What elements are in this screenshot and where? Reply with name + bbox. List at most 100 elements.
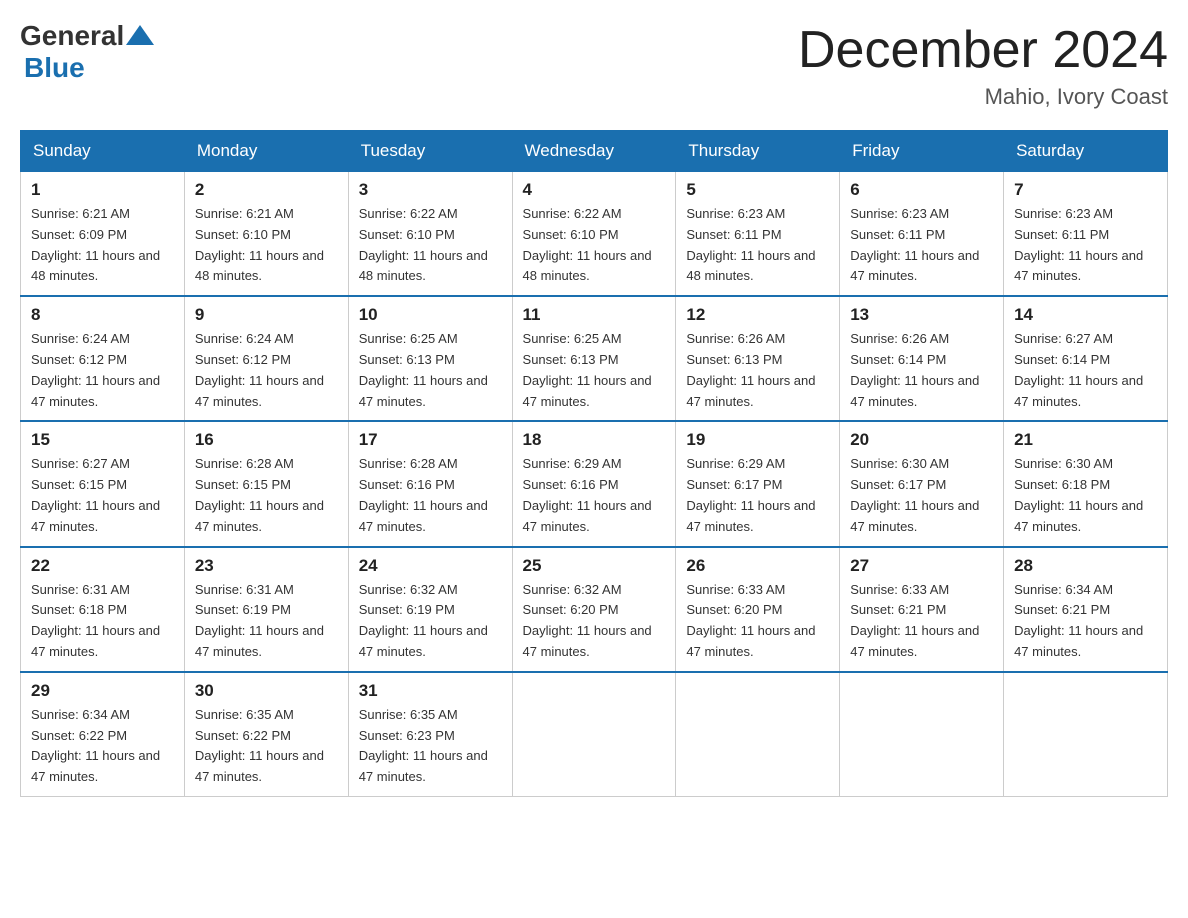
day-number: 26 — [686, 556, 829, 576]
calendar-cell: 3 Sunrise: 6:22 AM Sunset: 6:10 PM Dayli… — [348, 172, 512, 297]
header-saturday: Saturday — [1004, 131, 1168, 172]
header-friday: Friday — [840, 131, 1004, 172]
day-number: 23 — [195, 556, 338, 576]
calendar-cell: 5 Sunrise: 6:23 AM Sunset: 6:11 PM Dayli… — [676, 172, 840, 297]
calendar-cell: 10 Sunrise: 6:25 AM Sunset: 6:13 PM Dayl… — [348, 296, 512, 421]
calendar-cell: 7 Sunrise: 6:23 AM Sunset: 6:11 PM Dayli… — [1004, 172, 1168, 297]
header-tuesday: Tuesday — [348, 131, 512, 172]
day-info: Sunrise: 6:22 AM Sunset: 6:10 PM Dayligh… — [523, 204, 666, 287]
calendar-cell: 4 Sunrise: 6:22 AM Sunset: 6:10 PM Dayli… — [512, 172, 676, 297]
calendar-cell: 9 Sunrise: 6:24 AM Sunset: 6:12 PM Dayli… — [184, 296, 348, 421]
day-info: Sunrise: 6:35 AM Sunset: 6:23 PM Dayligh… — [359, 705, 502, 788]
logo-text-general: General — [20, 20, 124, 52]
calendar-cell: 28 Sunrise: 6:34 AM Sunset: 6:21 PM Dayl… — [1004, 547, 1168, 672]
calendar-cell: 22 Sunrise: 6:31 AM Sunset: 6:18 PM Dayl… — [21, 547, 185, 672]
header-thursday: Thursday — [676, 131, 840, 172]
calendar-cell: 8 Sunrise: 6:24 AM Sunset: 6:12 PM Dayli… — [21, 296, 185, 421]
day-info: Sunrise: 6:24 AM Sunset: 6:12 PM Dayligh… — [195, 329, 338, 412]
calendar-cell: 11 Sunrise: 6:25 AM Sunset: 6:13 PM Dayl… — [512, 296, 676, 421]
calendar-cell: 14 Sunrise: 6:27 AM Sunset: 6:14 PM Dayl… — [1004, 296, 1168, 421]
logo-text-blue: Blue — [24, 52, 154, 84]
calendar-cell: 13 Sunrise: 6:26 AM Sunset: 6:14 PM Dayl… — [840, 296, 1004, 421]
logo: General Blue — [20, 20, 154, 84]
month-title: December 2024 — [798, 20, 1168, 80]
day-info: Sunrise: 6:26 AM Sunset: 6:14 PM Dayligh… — [850, 329, 993, 412]
day-info: Sunrise: 6:34 AM Sunset: 6:22 PM Dayligh… — [31, 705, 174, 788]
calendar-cell: 24 Sunrise: 6:32 AM Sunset: 6:19 PM Dayl… — [348, 547, 512, 672]
day-info: Sunrise: 6:26 AM Sunset: 6:13 PM Dayligh… — [686, 329, 829, 412]
day-number: 28 — [1014, 556, 1157, 576]
day-info: Sunrise: 6:23 AM Sunset: 6:11 PM Dayligh… — [850, 204, 993, 287]
calendar-cell: 12 Sunrise: 6:26 AM Sunset: 6:13 PM Dayl… — [676, 296, 840, 421]
day-info: Sunrise: 6:32 AM Sunset: 6:20 PM Dayligh… — [523, 580, 666, 663]
calendar-cell: 23 Sunrise: 6:31 AM Sunset: 6:19 PM Dayl… — [184, 547, 348, 672]
calendar-week-row: 1 Sunrise: 6:21 AM Sunset: 6:09 PM Dayli… — [21, 172, 1168, 297]
day-number: 2 — [195, 180, 338, 200]
calendar-cell: 27 Sunrise: 6:33 AM Sunset: 6:21 PM Dayl… — [840, 547, 1004, 672]
day-number: 1 — [31, 180, 174, 200]
day-number: 10 — [359, 305, 502, 325]
day-number: 30 — [195, 681, 338, 701]
day-info: Sunrise: 6:29 AM Sunset: 6:17 PM Dayligh… — [686, 454, 829, 537]
day-number: 8 — [31, 305, 174, 325]
day-info: Sunrise: 6:33 AM Sunset: 6:20 PM Dayligh… — [686, 580, 829, 663]
day-info: Sunrise: 6:23 AM Sunset: 6:11 PM Dayligh… — [1014, 204, 1157, 287]
day-info: Sunrise: 6:31 AM Sunset: 6:18 PM Dayligh… — [31, 580, 174, 663]
calendar-cell: 30 Sunrise: 6:35 AM Sunset: 6:22 PM Dayl… — [184, 672, 348, 797]
day-number: 18 — [523, 430, 666, 450]
day-number: 21 — [1014, 430, 1157, 450]
calendar-header-row: SundayMondayTuesdayWednesdayThursdayFrid… — [21, 131, 1168, 172]
day-info: Sunrise: 6:24 AM Sunset: 6:12 PM Dayligh… — [31, 329, 174, 412]
day-info: Sunrise: 6:27 AM Sunset: 6:14 PM Dayligh… — [1014, 329, 1157, 412]
calendar-cell: 17 Sunrise: 6:28 AM Sunset: 6:16 PM Dayl… — [348, 421, 512, 546]
calendar-cell: 26 Sunrise: 6:33 AM Sunset: 6:20 PM Dayl… — [676, 547, 840, 672]
calendar-week-row: 22 Sunrise: 6:31 AM Sunset: 6:18 PM Dayl… — [21, 547, 1168, 672]
day-number: 17 — [359, 430, 502, 450]
header-monday: Monday — [184, 131, 348, 172]
day-info: Sunrise: 6:21 AM Sunset: 6:10 PM Dayligh… — [195, 204, 338, 287]
day-number: 14 — [1014, 305, 1157, 325]
day-number: 6 — [850, 180, 993, 200]
day-info: Sunrise: 6:30 AM Sunset: 6:17 PM Dayligh… — [850, 454, 993, 537]
day-info: Sunrise: 6:31 AM Sunset: 6:19 PM Dayligh… — [195, 580, 338, 663]
day-number: 31 — [359, 681, 502, 701]
day-number: 20 — [850, 430, 993, 450]
day-number: 25 — [523, 556, 666, 576]
day-number: 12 — [686, 305, 829, 325]
day-number: 13 — [850, 305, 993, 325]
day-number: 29 — [31, 681, 174, 701]
calendar-cell — [840, 672, 1004, 797]
day-info: Sunrise: 6:27 AM Sunset: 6:15 PM Dayligh… — [31, 454, 174, 537]
title-section: December 2024 Mahio, Ivory Coast — [798, 20, 1168, 110]
day-number: 5 — [686, 180, 829, 200]
day-info: Sunrise: 6:28 AM Sunset: 6:15 PM Dayligh… — [195, 454, 338, 537]
calendar-cell: 29 Sunrise: 6:34 AM Sunset: 6:22 PM Dayl… — [21, 672, 185, 797]
day-number: 9 — [195, 305, 338, 325]
day-info: Sunrise: 6:25 AM Sunset: 6:13 PM Dayligh… — [523, 329, 666, 412]
day-info: Sunrise: 6:32 AM Sunset: 6:19 PM Dayligh… — [359, 580, 502, 663]
day-info: Sunrise: 6:25 AM Sunset: 6:13 PM Dayligh… — [359, 329, 502, 412]
calendar-cell — [676, 672, 840, 797]
day-number: 24 — [359, 556, 502, 576]
day-number: 11 — [523, 305, 666, 325]
calendar-cell: 31 Sunrise: 6:35 AM Sunset: 6:23 PM Dayl… — [348, 672, 512, 797]
day-info: Sunrise: 6:22 AM Sunset: 6:10 PM Dayligh… — [359, 204, 502, 287]
page-header: General Blue December 2024 Mahio, Ivory … — [20, 20, 1168, 110]
calendar-cell — [512, 672, 676, 797]
calendar-cell: 20 Sunrise: 6:30 AM Sunset: 6:17 PM Dayl… — [840, 421, 1004, 546]
day-number: 15 — [31, 430, 174, 450]
day-info: Sunrise: 6:28 AM Sunset: 6:16 PM Dayligh… — [359, 454, 502, 537]
calendar-cell — [1004, 672, 1168, 797]
day-number: 27 — [850, 556, 993, 576]
calendar-cell: 18 Sunrise: 6:29 AM Sunset: 6:16 PM Dayl… — [512, 421, 676, 546]
calendar-week-row: 8 Sunrise: 6:24 AM Sunset: 6:12 PM Dayli… — [21, 296, 1168, 421]
day-info: Sunrise: 6:30 AM Sunset: 6:18 PM Dayligh… — [1014, 454, 1157, 537]
day-number: 3 — [359, 180, 502, 200]
calendar-cell: 16 Sunrise: 6:28 AM Sunset: 6:15 PM Dayl… — [184, 421, 348, 546]
calendar-week-row: 15 Sunrise: 6:27 AM Sunset: 6:15 PM Dayl… — [21, 421, 1168, 546]
calendar-cell: 15 Sunrise: 6:27 AM Sunset: 6:15 PM Dayl… — [21, 421, 185, 546]
day-info: Sunrise: 6:35 AM Sunset: 6:22 PM Dayligh… — [195, 705, 338, 788]
calendar-cell: 2 Sunrise: 6:21 AM Sunset: 6:10 PM Dayli… — [184, 172, 348, 297]
header-wednesday: Wednesday — [512, 131, 676, 172]
logo-triangle-icon — [126, 25, 154, 45]
